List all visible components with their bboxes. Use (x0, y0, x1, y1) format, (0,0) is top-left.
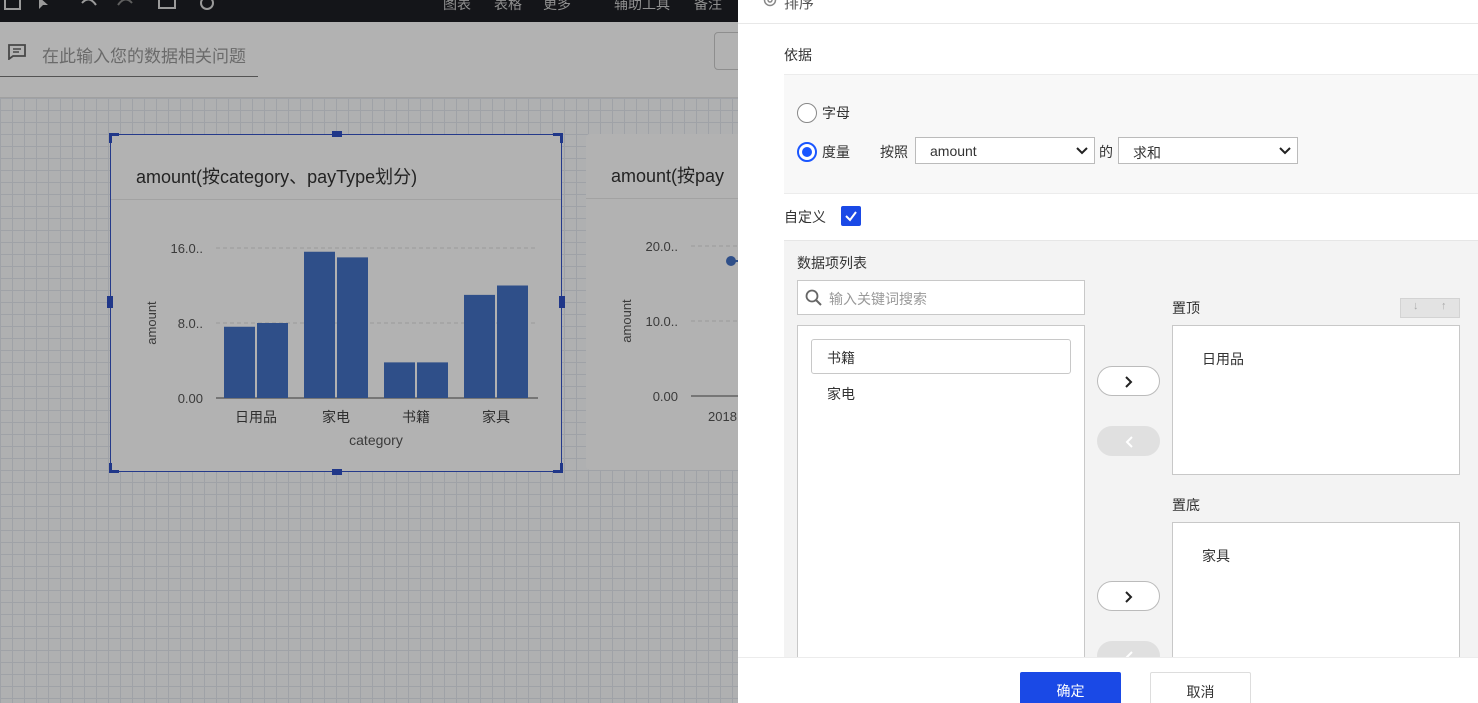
radio-letter[interactable] (797, 103, 817, 123)
search-icon (805, 289, 822, 306)
move-down-icon[interactable]: ↓ (1413, 300, 1419, 312)
check-icon (845, 211, 857, 222)
panel-footer: 确定 取消 (738, 657, 1478, 703)
measure-select[interactable]: amount (915, 137, 1095, 164)
cancel-button[interactable]: 取消 (1150, 672, 1251, 703)
aggregation-select[interactable]: 求和 (1118, 137, 1298, 164)
list-item-label: 书籍 (827, 350, 855, 366)
chevron-left-icon (1125, 436, 1133, 448)
keyword-search-input[interactable]: 输入关键词搜索 (797, 280, 1085, 315)
list-item-label: 家具 (1202, 548, 1230, 564)
chevron-right-icon (1125, 376, 1133, 388)
pin-top-list: 日用品 (1172, 325, 1460, 475)
modal-overlay[interactable] (0, 0, 738, 703)
list-item[interactable]: 书籍 (811, 339, 1071, 374)
chevron-down-icon (1279, 147, 1291, 155)
pin-bottom-list: 家具 (1172, 522, 1460, 672)
move-to-top-button[interactable] (1097, 366, 1160, 396)
list-item[interactable]: 日用品 (1202, 349, 1244, 369)
chevron-down-icon (1076, 147, 1088, 155)
panel-title: 排序 (784, 0, 815, 12)
radio-letter-label[interactable]: 字母 (822, 103, 850, 123)
move-to-bottom-button[interactable] (1097, 581, 1160, 611)
confirm-button[interactable]: 确定 (1020, 672, 1121, 703)
gear-icon (763, 0, 777, 7)
measure-select-value: amount (930, 143, 977, 159)
by-label: 按照 (880, 144, 908, 160)
list-title: 数据项列表 (797, 255, 867, 271)
panel-header-divider (738, 23, 1478, 24)
basis-label: 依据 (784, 47, 812, 63)
sort-panel: 排序 依据 字母 度量 按照 amount 的 求和 自定义 数据项列表 输入关… (738, 0, 1478, 703)
list-item-label: 家电 (827, 386, 855, 402)
top-label: 置顶 (1172, 300, 1200, 316)
data-item-list: 书籍 家电 (797, 325, 1085, 665)
custom-label: 自定义 (784, 209, 826, 225)
radio-measure-label[interactable]: 度量 (822, 142, 850, 162)
remove-from-top-button[interactable] (1097, 426, 1160, 456)
dashboard-app: 图表 表格 更多 辅助工具 备注 在此输入您的数据相关问题 amount(按ca… (0, 0, 738, 703)
list-item[interactable]: 家电 (827, 384, 855, 404)
list-item[interactable]: 家具 (1202, 546, 1230, 566)
custom-checkbox[interactable] (841, 206, 861, 226)
move-up-icon[interactable]: ↑ (1441, 300, 1447, 312)
reorder-buttons: ↓ ↑ (1400, 298, 1460, 318)
basis-section (784, 74, 1478, 194)
chevron-right-icon (1125, 591, 1133, 603)
list-item-label: 日用品 (1202, 351, 1244, 367)
search-placeholder: 输入关键词搜索 (829, 291, 927, 307)
radio-measure[interactable] (797, 142, 817, 162)
bottom-label: 置底 (1172, 497, 1200, 513)
aggregation-select-value: 求和 (1133, 145, 1161, 161)
of-label: 的 (1099, 144, 1113, 160)
